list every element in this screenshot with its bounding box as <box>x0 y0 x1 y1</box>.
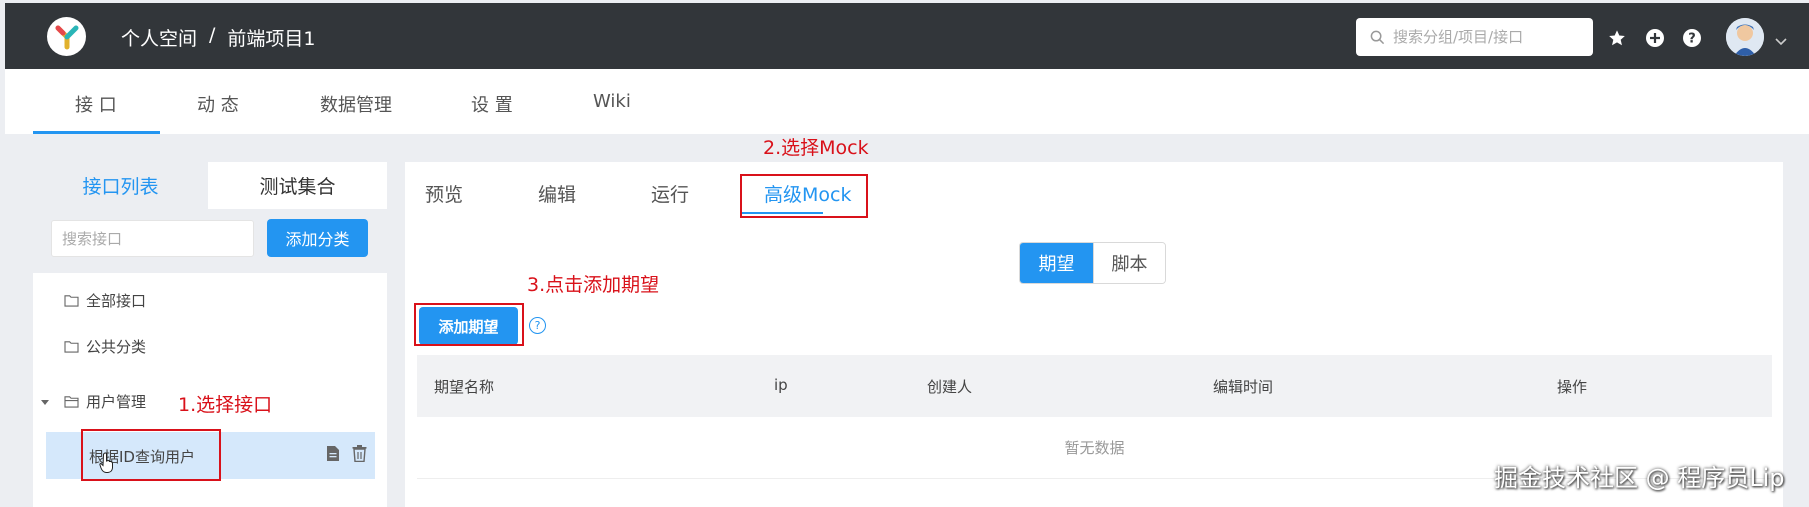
col-actions: 操作 <box>1557 378 1588 396</box>
yapi-logo[interactable] <box>47 17 86 56</box>
expectation-table-header: 期望名称 ip 创建人 编辑时间 操作 <box>417 355 1772 417</box>
annotation-step3: 3.点击添加期望 <box>527 274 660 296</box>
breadcrumb: 个人空间 / 前端项目1 <box>121 24 316 51</box>
tab-test-collection[interactable]: 测试集合 <box>208 162 387 209</box>
col-ip: ip <box>774 376 788 394</box>
tree-label-public: 公共分类 <box>86 337 147 356</box>
tree-label-user-management: 用户管理 <box>86 392 147 411</box>
folder-icon <box>64 340 79 353</box>
interface-detail-panel: 预览 编辑 运行 高级Mock 期望 脚本 添加期望 ? 期望名称 ip 创建人… <box>405 162 1783 507</box>
top-header-bar: 个人空间 / 前端项目1 ? <box>5 3 1809 69</box>
tab-interface[interactable]: 接 口 <box>75 91 117 117</box>
interface-search-input[interactable] <box>51 220 254 257</box>
sidebar-tabs: 接口列表 测试集合 <box>33 162 387 209</box>
help-circle-icon[interactable]: ? <box>1682 28 1702 48</box>
user-avatar[interactable] <box>1726 18 1764 56</box>
global-search-box[interactable] <box>1356 18 1593 56</box>
tree-item-all[interactable]: 全部接口 <box>33 282 387 318</box>
avatar-image <box>1726 18 1764 56</box>
breadcrumb-project[interactable]: 前端项目1 <box>227 24 315 51</box>
tab-run[interactable]: 运行 <box>651 180 689 207</box>
star-icon[interactable] <box>1607 28 1627 48</box>
annotation-box-step2 <box>740 174 868 218</box>
annotation-step1: 1.选择接口 <box>178 394 273 416</box>
tab-wiki[interactable]: Wiki <box>593 91 631 112</box>
global-search-input[interactable] <box>1393 28 1583 46</box>
logo-icon <box>55 25 78 49</box>
segment-script[interactable]: 脚本 <box>1093 243 1165 283</box>
project-tab-bar: 接 口 动 态 数据管理 设 置 Wiki <box>5 69 1809 134</box>
add-circle-icon[interactable] <box>1645 28 1665 48</box>
col-creator: 创建人 <box>927 378 973 396</box>
copy-document-icon[interactable] <box>326 445 340 466</box>
col-edit-time: 编辑时间 <box>1213 378 1274 396</box>
help-question-icon[interactable]: ? <box>529 317 546 334</box>
watermark: 掘金技术社区 @ 程序员Lip <box>1494 464 1785 492</box>
tab-preview[interactable]: 预览 <box>425 180 463 207</box>
folder-open-icon <box>64 395 79 408</box>
annotation-step2: 2.选择Mock <box>763 137 869 159</box>
segment-expectation[interactable]: 期望 <box>1020 243 1093 283</box>
search-icon <box>1370 30 1385 44</box>
tab-activity[interactable]: 动 态 <box>197 91 239 117</box>
breadcrumb-space[interactable]: 个人空间 <box>121 24 197 51</box>
tree-label-all: 全部接口 <box>86 291 147 310</box>
add-category-button[interactable]: 添加分类 <box>267 219 368 257</box>
annotation-box-step3 <box>414 303 524 346</box>
folder-icon <box>64 294 79 307</box>
caret-down-icon[interactable] <box>41 392 49 410</box>
trash-icon[interactable] <box>352 445 367 466</box>
tab-data-management[interactable]: 数据管理 <box>320 91 392 117</box>
chevron-down-icon[interactable] <box>1775 31 1787 50</box>
svg-text:?: ? <box>1688 32 1696 47</box>
annotation-box-step1 <box>81 429 221 481</box>
active-tab-indicator <box>33 131 160 134</box>
breadcrumb-separator: / <box>209 24 216 46</box>
tab-settings[interactable]: 设 置 <box>471 91 513 117</box>
sidebar-search-bar: 添加分类 <box>33 209 387 273</box>
tab-interface-list[interactable]: 接口列表 <box>33 162 208 209</box>
mock-mode-switch: 期望 脚本 <box>1019 242 1166 284</box>
col-expectation-name: 期望名称 <box>434 378 495 396</box>
tab-edit[interactable]: 编辑 <box>538 180 576 207</box>
tree-item-public[interactable]: 公共分类 <box>33 328 387 364</box>
